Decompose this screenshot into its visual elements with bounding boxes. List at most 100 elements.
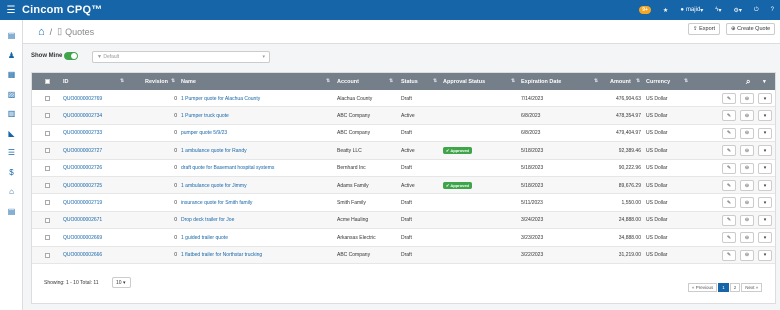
edit-button[interactable]: ✎ [722, 162, 736, 174]
table-row[interactable]: QUO0000002719 0 insurance quote for Smith … [32, 194, 775, 212]
notifications[interactable]: 9+ [633, 0, 657, 20]
quote-name-link[interactable]: draft quote for Basemant hospital system… [181, 160, 274, 177]
row-menu-button[interactable]: ▾ [758, 145, 772, 157]
star-icon[interactable]: ★ [657, 0, 674, 20]
edit-button[interactable]: ✎ [722, 110, 736, 122]
table-row[interactable]: QUO0000002727 0 1 ambulance quote for Rand… [32, 142, 775, 160]
sort-icon[interactable]: ⇅ [594, 78, 598, 84]
column-header-revision[interactable]: Revision [145, 73, 168, 90]
user-menu[interactable]: ● majid ▾ [674, 0, 709, 20]
hamburger-menu-icon[interactable]: ☰ [0, 5, 22, 16]
view-select[interactable]: ▼ Default ▾ [92, 51, 270, 63]
row-checkbox[interactable] [45, 142, 50, 159]
quote-name-link[interactable]: Drop deck trailer for Joe [181, 212, 234, 229]
row-checkbox[interactable] [45, 212, 50, 229]
edit-button[interactable]: ✎ [722, 197, 736, 209]
sort-icon[interactable]: ⇅ [120, 78, 124, 84]
delete-button[interactable]: ⊖ [740, 180, 754, 191]
quote-name-link[interactable]: pumper quote 5/9/23 [181, 125, 227, 142]
quote-name-link[interactable]: 1 ambulance quote for Randy [181, 142, 247, 159]
dollar-icon[interactable]: $ [0, 163, 23, 183]
logout-icon[interactable]: ⏻ [748, 0, 765, 20]
quote-id-link[interactable]: QUO0000002734 [63, 107, 102, 124]
row-checkbox[interactable] [45, 177, 50, 194]
show-mine-toggle[interactable] [64, 52, 78, 60]
delete-button[interactable]: ⊖ [740, 162, 754, 174]
delete-button[interactable]: ⊖ [740, 232, 754, 244]
row-menu-button[interactable]: ▾ [758, 93, 772, 104]
edit-button[interactable]: ✎ [722, 249, 736, 261]
table-row[interactable]: QUO0000002669 0 1 guided trailer quote Arka… [32, 229, 775, 247]
sort-icon[interactable]: ⇅ [636, 78, 640, 84]
table-row[interactable]: QUO0000002726 0 draft quote for Basemant h… [32, 160, 775, 177]
sort-icon[interactable]: ⇅ [171, 78, 175, 84]
row-checkbox[interactable] [45, 194, 50, 211]
edit-button[interactable]: ✎ [722, 145, 736, 157]
chevron-down-icon[interactable]: ▾ [763, 73, 766, 90]
quote-id-link[interactable]: QUO0000002671 [63, 212, 102, 229]
sort-icon[interactable]: ⇅ [326, 78, 330, 84]
delete-button[interactable]: ⊖ [740, 214, 754, 226]
table-row[interactable]: QUO0000002671 0 Drop deck trailer for Joe A… [32, 211, 775, 230]
edit-button[interactable]: ✎ [722, 180, 736, 191]
sort-icon[interactable]: ⇅ [511, 78, 515, 84]
table-row[interactable]: QUO0000002734 0 1 Pumper truck quote ABC Co… [32, 107, 775, 125]
delete-button[interactable]: ⊖ [740, 145, 754, 157]
column-header-amount[interactable]: Amount [610, 73, 631, 90]
row-menu-button[interactable]: ▾ [758, 127, 772, 139]
table-row[interactable]: QUO0000002666 0 1 flatbed trailer for Nort… [32, 246, 775, 264]
page-button-2[interactable]: 2 [729, 283, 741, 292]
form-icon[interactable]: ▤ [0, 202, 23, 222]
sort-icon[interactable]: ⇅ [433, 78, 437, 84]
select-all-checkbox[interactable] [45, 73, 50, 90]
quote-id-link[interactable]: QUO0000002725 [63, 177, 102, 194]
quote-id-link[interactable]: QUO0000002769 [63, 90, 102, 107]
bank-icon[interactable]: ⌂ [0, 182, 23, 202]
edit-button[interactable]: ✎ [722, 214, 736, 226]
edit-button[interactable]: ✎ [722, 93, 736, 104]
column-header-approval-status[interactable]: Approval Status [443, 73, 485, 90]
users-icon[interactable]: ♟ [0, 46, 23, 66]
column-header-account[interactable]: Account [337, 73, 359, 90]
row-menu-button[interactable]: ▾ [758, 110, 772, 122]
grid-icon[interactable]: ▦ [0, 65, 23, 85]
delete-button[interactable]: ⊖ [740, 249, 754, 261]
row-menu-button[interactable]: ▾ [758, 214, 772, 226]
home-icon[interactable]: ⌂ [38, 26, 45, 38]
search-icon[interactable]: ⌕ [746, 73, 750, 90]
export-button[interactable]: ⇪ Export [688, 23, 721, 35]
quote-id-link[interactable]: QUO0000002727 [63, 142, 102, 159]
column-header-id[interactable]: ID [63, 73, 69, 90]
chart-icon[interactable]: ▨ [0, 85, 23, 105]
row-checkbox[interactable] [45, 247, 50, 264]
row-menu-button[interactable]: ▾ [758, 197, 772, 209]
gear-icon[interactable]: ⚙ ▾ [728, 0, 748, 20]
column-header-name[interactable]: Name [181, 73, 196, 90]
list-icon[interactable]: ☰ [0, 143, 23, 163]
quote-name-link[interactable]: 1 Pumper truck quote [181, 107, 229, 124]
per-page-select[interactable]: 10 ▾ [112, 277, 131, 288]
quote-name-link[interactable]: 1 Pumper quote for Alachua County [181, 90, 260, 107]
column-header-currency[interactable]: Currency [646, 73, 670, 90]
app-brand[interactable]: Cincom CPQ™ [22, 4, 102, 16]
help-icon[interactable]: ? [765, 0, 780, 20]
quote-id-link[interactable]: QUO0000002719 [63, 194, 102, 211]
next-page-button[interactable]: Next » [741, 283, 763, 292]
table-row[interactable]: QUO0000002733 0 pumper quote 5/9/23 ABC Com… [32, 125, 775, 143]
row-checkbox[interactable] [45, 229, 50, 246]
row-menu-button[interactable]: ▾ [758, 249, 772, 261]
table-row[interactable]: QUO0000002769 0 1 Pumper quote for Alachua… [32, 90, 775, 108]
row-checkbox[interactable] [45, 90, 50, 107]
sort-icon[interactable]: ⇅ [684, 78, 688, 84]
page-button-1[interactable]: 1 [718, 283, 729, 292]
edit-button[interactable]: ✎ [722, 127, 736, 139]
quote-name-link[interactable]: 1 guided trailer quote [181, 229, 228, 246]
delete-button[interactable]: ⊖ [740, 110, 754, 122]
megaphone-icon[interactable]: ◣ [0, 124, 23, 144]
quote-name-link[interactable]: insurance quote for Smith family [181, 194, 252, 211]
document-icon[interactable]: ▥ [0, 104, 23, 124]
row-checkbox[interactable] [45, 125, 50, 142]
quote-id-link[interactable]: QUO0000002733 [63, 125, 102, 142]
quote-id-link[interactable]: QUO0000002726 [63, 160, 102, 177]
column-header-status[interactable]: Status [401, 73, 418, 90]
